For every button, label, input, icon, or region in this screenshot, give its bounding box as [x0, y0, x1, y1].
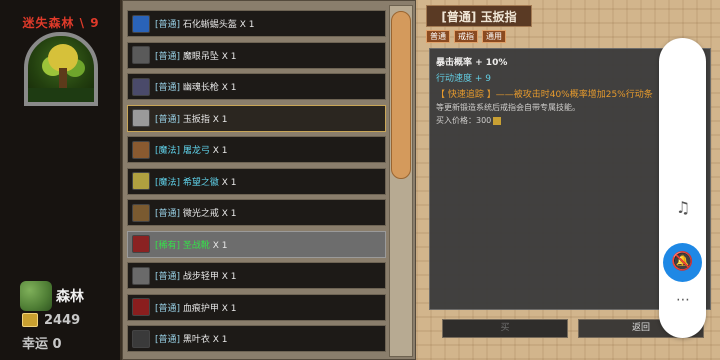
item-count: X 1 [212, 146, 228, 156]
upgrade-note: 等更新锻造系统后戒指会自带专属技能。 [436, 103, 580, 112]
item-row[interactable]: [普通] 黑叶衣 X 1 [127, 325, 386, 352]
scrollbar-thumb[interactable] [391, 11, 411, 179]
item-name: 战步轻甲 [180, 272, 222, 282]
price-label: 买入价格： [436, 116, 476, 125]
item-quality: [普通] [155, 303, 181, 314]
more-icon[interactable]: ⋯ [673, 292, 693, 312]
item-quality: [稀有] [155, 240, 181, 251]
item-name: 幽魂长枪 [180, 83, 222, 93]
item-name: 屠龙弓 [180, 146, 213, 156]
item-name: 血痕护甲 [180, 303, 222, 314]
item-count: X 1 [212, 240, 228, 251]
item-label: [稀有] 圣战靴 X 1 [155, 238, 228, 251]
item-icon [132, 172, 150, 190]
item-label: [普通] 战步轻甲 X 1 [155, 269, 237, 282]
item-icon [132, 235, 150, 253]
item-label: [魔法] 希望之徽 X 1 [155, 175, 237, 188]
item-quality: [普通] [155, 51, 181, 62]
detail-title-box: [普通] 玉扳指 [426, 5, 532, 27]
item-row[interactable]: [普通] 玉扳指 X 1 [127, 104, 386, 132]
bell-off-icon[interactable]: 🔕 [663, 243, 702, 282]
item-quality: [魔法] [155, 177, 181, 188]
item-row[interactable]: [魔法] 希望之徽 X 1 [127, 167, 386, 195]
gold-small-icon [493, 116, 502, 125]
item-count: X 1 [221, 177, 237, 188]
item-row[interactable]: [普通] 魔眼吊坠 X 1 [127, 41, 386, 69]
music-off-icon[interactable]: ♫ [673, 198, 693, 218]
item-row[interactable]: [普通] 战步轻甲 X 1 [127, 262, 386, 289]
item-label: [普通] 玉扳指 X 1 [155, 112, 228, 125]
item-icon [132, 140, 150, 159]
item-count: X 1 [221, 209, 237, 219]
item-count: X 1 [212, 114, 228, 125]
luck-stat: 幸运 0 [22, 337, 62, 352]
item-quality: [普通] [155, 209, 181, 219]
item-label: [普通] 魔眼吊坠 X 1 [155, 49, 237, 62]
item-count: X 1 [221, 272, 237, 282]
item-icon [132, 266, 150, 285]
item-count: X 1 [221, 303, 237, 314]
item-label: [普通] 石化蜥蜴头盔 X 1 [155, 17, 255, 30]
item-icon [132, 329, 150, 348]
item-label: [普通] 黑叶衣 X 1 [155, 332, 228, 345]
stat-crit: 暴击概率 + 10% [436, 58, 508, 68]
item-name: 魔眼吊坠 [180, 51, 222, 62]
detail-title: [普通] 玉扳指 [441, 9, 517, 24]
item-name: 玉扳指 [180, 114, 213, 125]
item-count: X 1 [239, 20, 255, 30]
item-icon [132, 298, 150, 316]
item-quality: [普通] [155, 272, 181, 282]
item-count: X 1 [212, 335, 228, 345]
buy-button[interactable]: 买 [442, 319, 568, 338]
price-row: 买入价格：300 [436, 115, 502, 126]
item-icon [132, 14, 150, 33]
gold-amount: 2449 [44, 313, 81, 328]
item-label: [魔法] 屠龙弓 X 1 [155, 143, 228, 156]
item-quality: [普通] [155, 83, 181, 93]
area-portrait [24, 32, 98, 106]
item-icon [132, 109, 150, 127]
item-name: 微光之戒 [180, 209, 222, 219]
character-panel: 迷失森林 \ 9 森林 2449 幸运 0 [0, 0, 122, 360]
item-label: [普通] 血痕护甲 X 1 [155, 301, 237, 314]
item-row[interactable]: [普通] 微光之戒 X 1 [127, 199, 386, 226]
item-row[interactable]: [普通] 血痕护甲 X 1 [127, 293, 386, 321]
tag-usage: 通用 [482, 30, 506, 43]
item-row[interactable]: [普通] 石化蜥蜴头盔 X 1 [127, 10, 386, 37]
floating-toolbar: ♫ 🔕 ⋯ [659, 38, 706, 338]
ground-shape [28, 88, 94, 102]
item-list: [普通] 石化蜥蜴头盔 X 1 [普通] 魔眼吊坠 X 1 [普通] 幽魂长枪 X … [122, 0, 416, 360]
tag-quality: 普通 [426, 30, 450, 43]
item-count: X 1 [221, 51, 237, 62]
forest-icon [20, 281, 52, 311]
item-row[interactable]: [普通] 幽魂长枪 X 1 [127, 73, 386, 100]
item-quality: [普通] [155, 335, 181, 345]
region-name: 森林 [56, 289, 84, 305]
item-name: 黑叶衣 [180, 335, 213, 345]
item-label: [普通] 幽魂长枪 X 1 [155, 80, 237, 93]
area-title: 迷失森林 \ 9 [22, 16, 100, 30]
item-name: 石化蜥蜴头盔 [180, 20, 240, 30]
item-quality: [普通] [155, 20, 181, 30]
item-icon [132, 203, 150, 222]
gold-coin-icon [22, 313, 38, 327]
item-count: X 1 [221, 83, 237, 93]
item-label: [普通] 微光之戒 X 1 [155, 206, 237, 219]
item-name: 希望之徽 [180, 177, 222, 188]
item-quality: [魔法] [155, 146, 181, 156]
item-row[interactable]: [稀有] 圣战靴 X 1 [127, 230, 386, 258]
item-row[interactable]: [魔法] 屠龙弓 X 1 [127, 136, 386, 163]
item-name: 圣战靴 [180, 240, 213, 251]
tag-type: 戒指 [454, 30, 478, 43]
item-icon [132, 77, 150, 96]
item-quality: [普通] [155, 114, 181, 125]
item-icon [132, 46, 150, 64]
stat-speed: 行动速度 + 9 [436, 74, 491, 84]
price-value: 300 [476, 116, 492, 125]
